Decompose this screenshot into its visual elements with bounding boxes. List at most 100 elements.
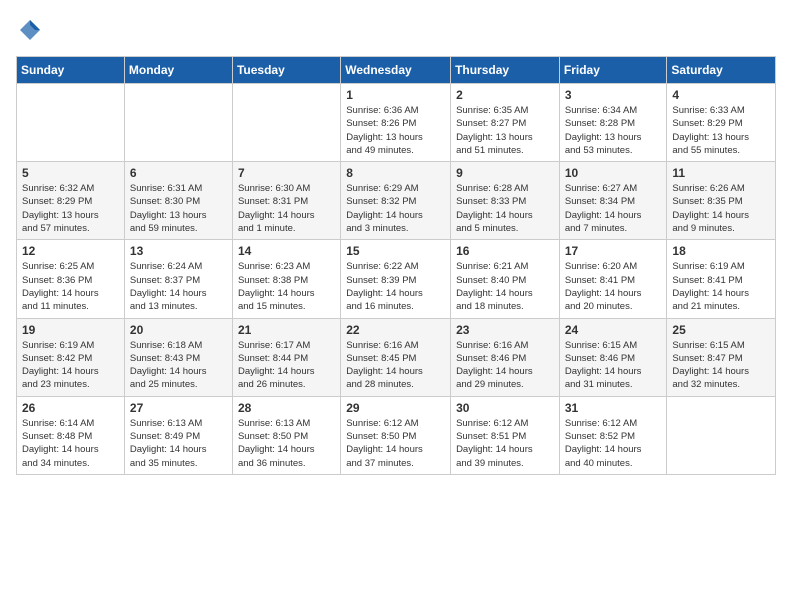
day-info: Sunrise: 6:21 AM Sunset: 8:40 PM Dayligh… — [456, 260, 554, 313]
day-number: 8 — [346, 166, 445, 180]
calendar-week-4: 19 Sunrise: 6:19 AM Sunset: 8:42 PM Dayli… — [17, 318, 776, 396]
day-info: Sunrise: 6:35 AM Sunset: 8:27 PM Dayligh… — [456, 104, 554, 157]
day-number: 27 — [130, 401, 227, 415]
day-info: Sunrise: 6:12 AM Sunset: 8:51 PM Dayligh… — [456, 417, 554, 470]
weekday-header-tuesday: Tuesday — [232, 57, 340, 84]
day-info: Sunrise: 6:15 AM Sunset: 8:47 PM Dayligh… — [672, 339, 770, 392]
day-number: 7 — [238, 166, 335, 180]
day-number: 18 — [672, 244, 770, 258]
calendar-day-2: 2 Sunrise: 6:35 AM Sunset: 8:27 PM Daylig… — [451, 84, 560, 162]
day-info: Sunrise: 6:30 AM Sunset: 8:31 PM Dayligh… — [238, 182, 335, 235]
day-info: Sunrise: 6:28 AM Sunset: 8:33 PM Dayligh… — [456, 182, 554, 235]
calendar-week-3: 12 Sunrise: 6:25 AM Sunset: 8:36 PM Dayli… — [17, 240, 776, 318]
day-info: Sunrise: 6:23 AM Sunset: 8:38 PM Dayligh… — [238, 260, 335, 313]
calendar-day-3: 3Sunrise: 6:34 AM Sunset: 8:28 PM Daylig… — [559, 84, 667, 162]
day-number: 23 — [456, 323, 554, 337]
day-number: 17 — [565, 244, 662, 258]
calendar-day-27: 27 Sunrise: 6:13 AM Sunset: 8:49 PM Dayli… — [124, 396, 232, 474]
day-info: Sunrise: 6:18 AM Sunset: 8:43 PM Dayligh… — [130, 339, 227, 392]
calendar-day-6: 6 Sunrise: 6:31 AM Sunset: 8:30 PM Daylig… — [124, 162, 232, 240]
calendar-day-21: 21 Sunrise: 6:17 AM Sunset: 8:44 PM Dayli… — [232, 318, 340, 396]
page-header — [16, 16, 776, 44]
day-number: 9 — [456, 166, 554, 180]
day-number: 21 — [238, 323, 335, 337]
logo — [16, 16, 46, 44]
calendar-day-20: 20 Sunrise: 6:18 AM Sunset: 8:43 PM Dayli… — [124, 318, 232, 396]
day-number: 5 — [22, 166, 119, 180]
day-number: 13 — [130, 244, 227, 258]
calendar-day-4: 4 Sunrise: 6:33 AM Sunset: 8:29 PM Daylig… — [667, 84, 776, 162]
day-number: 3 — [565, 88, 662, 102]
calendar-day-31: 31 Sunrise: 6:12 AM Sunset: 8:52 PM Dayli… — [559, 396, 667, 474]
calendar-day-26: 26Sunrise: 6:14 AM Sunset: 8:48 PM Dayli… — [17, 396, 125, 474]
calendar-day-15: 15Sunrise: 6:22 AM Sunset: 8:39 PM Dayli… — [341, 240, 451, 318]
weekday-header-thursday: Thursday — [451, 57, 560, 84]
day-number: 19 — [22, 323, 119, 337]
day-number: 14 — [238, 244, 335, 258]
calendar-day-29: 29 Sunrise: 6:12 AM Sunset: 8:50 PM Dayli… — [341, 396, 451, 474]
day-number: 2 — [456, 88, 554, 102]
day-info: Sunrise: 6:13 AM Sunset: 8:49 PM Dayligh… — [130, 417, 227, 470]
day-number: 31 — [565, 401, 662, 415]
calendar-day-10: 10Sunrise: 6:27 AM Sunset: 8:34 PM Dayli… — [559, 162, 667, 240]
day-info: Sunrise: 6:22 AM Sunset: 8:39 PM Dayligh… — [346, 260, 445, 313]
calendar-day-14: 14 Sunrise: 6:23 AM Sunset: 8:38 PM Dayli… — [232, 240, 340, 318]
day-info: Sunrise: 6:24 AM Sunset: 8:37 PM Dayligh… — [130, 260, 227, 313]
calendar-empty-cell — [17, 84, 125, 162]
logo-icon — [16, 16, 44, 44]
calendar-day-22: 22 Sunrise: 6:16 AM Sunset: 8:45 PM Dayli… — [341, 318, 451, 396]
calendar-day-30: 30 Sunrise: 6:12 AM Sunset: 8:51 PM Dayli… — [451, 396, 560, 474]
day-number: 11 — [672, 166, 770, 180]
calendar-day-24: 24 Sunrise: 6:15 AM Sunset: 8:46 PM Dayli… — [559, 318, 667, 396]
calendar-day-7: 7 Sunrise: 6:30 AM Sunset: 8:31 PM Daylig… — [232, 162, 340, 240]
day-info: Sunrise: 6:12 AM Sunset: 8:50 PM Dayligh… — [346, 417, 445, 470]
calendar-day-16: 16 Sunrise: 6:21 AM Sunset: 8:40 PM Dayli… — [451, 240, 560, 318]
day-info: Sunrise: 6:16 AM Sunset: 8:45 PM Dayligh… — [346, 339, 445, 392]
calendar-day-18: 18 Sunrise: 6:19 AM Sunset: 8:41 PM Dayli… — [667, 240, 776, 318]
calendar-day-17: 17 Sunrise: 6:20 AM Sunset: 8:41 PM Dayli… — [559, 240, 667, 318]
day-number: 26 — [22, 401, 119, 415]
day-info: Sunrise: 6:36 AM Sunset: 8:26 PM Dayligh… — [346, 104, 445, 157]
day-number: 6 — [130, 166, 227, 180]
day-info: Sunrise: 6:15 AM Sunset: 8:46 PM Dayligh… — [565, 339, 662, 392]
day-info: Sunrise: 6:13 AM Sunset: 8:50 PM Dayligh… — [238, 417, 335, 470]
day-info: Sunrise: 6:32 AM Sunset: 8:29 PM Dayligh… — [22, 182, 119, 235]
calendar-day-9: 9 Sunrise: 6:28 AM Sunset: 8:33 PM Daylig… — [451, 162, 560, 240]
day-number: 22 — [346, 323, 445, 337]
day-number: 4 — [672, 88, 770, 102]
calendar-day-8: 8 Sunrise: 6:29 AM Sunset: 8:32 PM Daylig… — [341, 162, 451, 240]
day-info: Sunrise: 6:19 AM Sunset: 8:42 PM Dayligh… — [22, 339, 119, 392]
day-info: Sunrise: 6:26 AM Sunset: 8:35 PM Dayligh… — [672, 182, 770, 235]
day-number: 1 — [346, 88, 445, 102]
weekday-header-monday: Monday — [124, 57, 232, 84]
calendar-day-13: 13 Sunrise: 6:24 AM Sunset: 8:37 PM Dayli… — [124, 240, 232, 318]
day-number: 20 — [130, 323, 227, 337]
day-number: 29 — [346, 401, 445, 415]
day-info: Sunrise: 6:25 AM Sunset: 8:36 PM Dayligh… — [22, 260, 119, 313]
calendar-day-19: 19 Sunrise: 6:19 AM Sunset: 8:42 PM Dayli… — [17, 318, 125, 396]
calendar-empty-cell — [232, 84, 340, 162]
calendar-week-2: 5 Sunrise: 6:32 AM Sunset: 8:29 PM Daylig… — [17, 162, 776, 240]
day-info: Sunrise: 6:31 AM Sunset: 8:30 PM Dayligh… — [130, 182, 227, 235]
day-info: Sunrise: 6:29 AM Sunset: 8:32 PM Dayligh… — [346, 182, 445, 235]
day-info: Sunrise: 6:19 AM Sunset: 8:41 PM Dayligh… — [672, 260, 770, 313]
day-number: 24 — [565, 323, 662, 337]
weekday-header-sunday: Sunday — [17, 57, 125, 84]
calendar-week-1: 1 Sunrise: 6:36 AM Sunset: 8:26 PM Daylig… — [17, 84, 776, 162]
day-number: 12 — [22, 244, 119, 258]
day-number: 25 — [672, 323, 770, 337]
day-info: Sunrise: 6:17 AM Sunset: 8:44 PM Dayligh… — [238, 339, 335, 392]
calendar-day-12: 12 Sunrise: 6:25 AM Sunset: 8:36 PM Dayli… — [17, 240, 125, 318]
weekday-header-friday: Friday — [559, 57, 667, 84]
calendar-week-5: 26Sunrise: 6:14 AM Sunset: 8:48 PM Dayli… — [17, 396, 776, 474]
day-number: 30 — [456, 401, 554, 415]
day-info: Sunrise: 6:33 AM Sunset: 8:29 PM Dayligh… — [672, 104, 770, 157]
calendar-day-5: 5 Sunrise: 6:32 AM Sunset: 8:29 PM Daylig… — [17, 162, 125, 240]
calendar-day-1: 1 Sunrise: 6:36 AM Sunset: 8:26 PM Daylig… — [341, 84, 451, 162]
day-number: 16 — [456, 244, 554, 258]
day-info: Sunrise: 6:20 AM Sunset: 8:41 PM Dayligh… — [565, 260, 662, 313]
calendar-empty-cell — [124, 84, 232, 162]
day-info: Sunrise: 6:27 AM Sunset: 8:34 PM Dayligh… — [565, 182, 662, 235]
day-info: Sunrise: 6:12 AM Sunset: 8:52 PM Dayligh… — [565, 417, 662, 470]
calendar-day-11: 11 Sunrise: 6:26 AM Sunset: 8:35 PM Dayli… — [667, 162, 776, 240]
